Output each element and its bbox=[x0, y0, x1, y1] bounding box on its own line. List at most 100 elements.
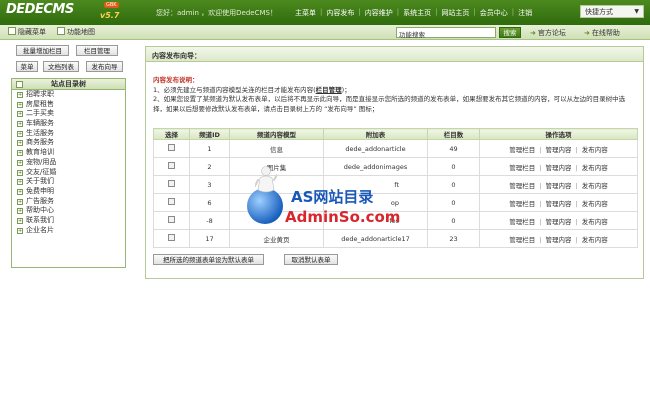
nav-separator: | bbox=[396, 8, 400, 16]
tree-item[interactable]: + 交友/征婚 bbox=[12, 168, 125, 178]
tree-item[interactable]: + 房屋租售 bbox=[12, 100, 125, 110]
expand-plus-icon[interactable]: + bbox=[17, 217, 23, 224]
row-checkbox[interactable] bbox=[168, 216, 175, 223]
help-link[interactable]: ➜ 在线帮助 bbox=[584, 28, 620, 38]
manage-category-link[interactable]: 管理栏目 bbox=[509, 200, 535, 208]
tree-item[interactable]: + 广告服务 bbox=[12, 197, 125, 207]
tree-item-label[interactable]: 帮助中心 bbox=[26, 206, 54, 214]
menu-button[interactable]: 菜单 bbox=[16, 61, 38, 72]
nav-content-publish[interactable]: 内容发布 bbox=[326, 8, 354, 18]
expand-plus-icon[interactable]: + bbox=[17, 121, 23, 128]
expand-plus-icon[interactable]: + bbox=[17, 101, 23, 108]
tree-item-label[interactable]: 联系我们 bbox=[26, 216, 54, 224]
tree-item-label[interactable]: 招聘求职 bbox=[26, 90, 54, 98]
publish-content-link[interactable]: 发布内容 bbox=[582, 236, 608, 244]
expand-plus-icon[interactable]: + bbox=[17, 111, 23, 118]
manage-category-link[interactable]: 管理栏目 bbox=[509, 236, 535, 244]
nav-member-center[interactable]: 会员中心 bbox=[480, 8, 508, 18]
expand-plus-icon[interactable]: + bbox=[17, 130, 23, 137]
manage-content-link[interactable]: 管理内容 bbox=[546, 182, 572, 190]
expand-plus-icon[interactable]: + bbox=[17, 140, 23, 147]
function-search-input[interactable]: 功能搜索 bbox=[396, 27, 496, 39]
quick-mode-select[interactable]: 快捷方式 ▼ bbox=[580, 5, 644, 18]
tree-item[interactable]: + 宠物/用品 bbox=[12, 158, 125, 168]
forum-link[interactable]: ➜ 官方论坛 bbox=[530, 28, 566, 38]
description-line-1-end: )； bbox=[341, 85, 351, 94]
expand-plus-icon[interactable]: + bbox=[17, 198, 23, 205]
publish-content-link[interactable]: 发布内容 bbox=[582, 182, 608, 190]
manage-category-link[interactable]: 管理栏目 bbox=[509, 218, 535, 226]
manage-content-link[interactable]: 管理内容 bbox=[546, 218, 572, 226]
tree-item-label[interactable]: 宠物/用品 bbox=[26, 158, 56, 166]
search-button[interactable]: 搜索 bbox=[499, 27, 521, 38]
tree-item[interactable]: + 二手买卖 bbox=[12, 109, 125, 119]
tree-item-label[interactable]: 广告服务 bbox=[26, 197, 54, 205]
tree-item-label[interactable]: 教育培训 bbox=[26, 148, 54, 156]
tree-item-label[interactable]: 交友/征婚 bbox=[26, 168, 56, 176]
tree-item[interactable]: + 帮助中心 bbox=[12, 206, 125, 216]
top-nav: 主菜单 | 内容发布 | 内容维护 | 系统主页 | 网站主页 | 会员中心 | 注销 bbox=[295, 8, 532, 18]
expand-plus-icon[interactable]: + bbox=[17, 169, 23, 176]
category-manage-button[interactable]: 栏目管理 bbox=[76, 45, 118, 56]
category-count: 0 bbox=[427, 211, 480, 230]
tree-item[interactable]: + 生活服务 bbox=[12, 129, 125, 139]
row-checkbox[interactable] bbox=[168, 144, 175, 151]
tree-item-label[interactable]: 房屋租售 bbox=[26, 100, 54, 108]
cancel-default-form-button[interactable]: 取消默认表单 bbox=[284, 254, 338, 265]
manage-category-link[interactable]: 管理栏目 bbox=[509, 146, 535, 154]
row-checkbox[interactable] bbox=[168, 162, 175, 169]
publish-content-link[interactable]: 发布内容 bbox=[582, 164, 608, 172]
tree-item[interactable]: + 教育培训 bbox=[12, 148, 125, 158]
expand-plus-icon[interactable]: + bbox=[17, 208, 23, 215]
tree-item[interactable]: + 商务服务 bbox=[12, 138, 125, 148]
ops-separator: | bbox=[539, 235, 542, 244]
forum-label: 官方论坛 bbox=[537, 29, 566, 37]
expand-plus-icon[interactable]: + bbox=[17, 227, 23, 234]
batch-add-category-button[interactable]: 批量增加栏目 bbox=[16, 45, 69, 56]
row-checkbox[interactable] bbox=[168, 198, 175, 205]
row-checkbox[interactable] bbox=[168, 180, 175, 187]
nav-content-maintain[interactable]: 内容维护 bbox=[365, 8, 393, 18]
expand-plus-icon[interactable]: + bbox=[17, 159, 23, 166]
arrow-right-icon: ➜ bbox=[584, 29, 590, 37]
set-default-form-button[interactable]: 把所选的频道表单设为默认表单 bbox=[153, 254, 264, 265]
nav-system-home[interactable]: 系统主页 bbox=[403, 8, 431, 18]
tree-item[interactable]: + 关于我们 bbox=[12, 177, 125, 187]
tree-item[interactable]: + 联系我们 bbox=[12, 216, 125, 226]
tree-item-label[interactable]: 关于我们 bbox=[26, 177, 54, 185]
manage-content-link[interactable]: 管理内容 bbox=[546, 200, 572, 208]
publish-content-link[interactable]: 发布内容 bbox=[582, 146, 608, 154]
tree-item[interactable]: + 车辆服务 bbox=[12, 119, 125, 129]
manage-category-link[interactable]: 管理栏目 bbox=[509, 164, 535, 172]
function-map-button[interactable]: 功能地图 bbox=[57, 27, 95, 37]
nav-logout[interactable]: 注销 bbox=[518, 8, 532, 18]
document-list-button[interactable]: 文档列表 bbox=[43, 61, 79, 72]
manage-content-link[interactable]: 管理内容 bbox=[546, 146, 572, 154]
expand-plus-icon[interactable]: + bbox=[17, 150, 23, 157]
map-icon bbox=[57, 27, 65, 35]
tree-item[interactable]: + 企业名片 bbox=[12, 226, 125, 236]
tree-item-label[interactable]: 免费申明 bbox=[26, 187, 54, 195]
tree-item[interactable]: + 免费申明 bbox=[12, 187, 125, 197]
tree-item-label[interactable]: 生活服务 bbox=[26, 129, 54, 137]
nav-site-home[interactable]: 网站主页 bbox=[441, 8, 469, 18]
hide-menu-button[interactable]: 隐藏菜单 bbox=[8, 27, 46, 37]
welcome-text: 您好：admin ，欢迎使用DedeCMS！ bbox=[156, 9, 277, 17]
tree-item[interactable]: + 招聘求职 bbox=[12, 90, 125, 100]
publish-content-link[interactable]: 发布内容 bbox=[582, 218, 608, 226]
category-manage-link[interactable]: 栏目管理 bbox=[316, 86, 342, 94]
tree-item-label[interactable]: 车辆服务 bbox=[26, 119, 54, 127]
nav-main-menu[interactable]: 主菜单 bbox=[295, 8, 316, 18]
tree-item-label[interactable]: 企业名片 bbox=[26, 226, 54, 234]
manage-content-link[interactable]: 管理内容 bbox=[546, 164, 572, 172]
manage-content-link[interactable]: 管理内容 bbox=[546, 236, 572, 244]
publish-content-link[interactable]: 发布内容 bbox=[582, 200, 608, 208]
manage-category-link[interactable]: 管理栏目 bbox=[509, 182, 535, 190]
publish-wizard-button[interactable]: 发布向导 bbox=[86, 61, 123, 72]
row-checkbox[interactable] bbox=[168, 234, 175, 241]
expand-plus-icon[interactable]: + bbox=[17, 179, 23, 186]
expand-plus-icon[interactable]: + bbox=[17, 92, 23, 98]
expand-plus-icon[interactable]: + bbox=[17, 188, 23, 195]
tree-item-label[interactable]: 二手买卖 bbox=[26, 109, 54, 117]
tree-item-label[interactable]: 商务服务 bbox=[26, 138, 54, 146]
